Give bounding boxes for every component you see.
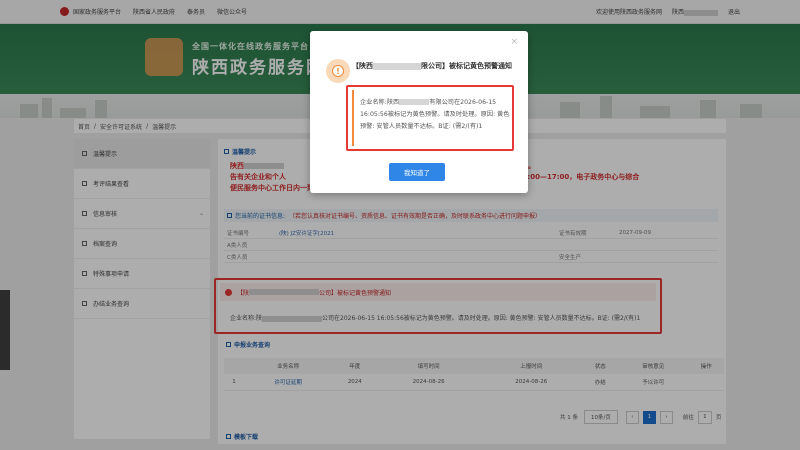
close-icon[interactable]: × [510, 37, 518, 47]
modal-message: 企业名称:陕西 有限公司在2026-06-15 16:05:56被标记为黄色预警。… [360, 99, 510, 130]
warning-icon: ! [326, 59, 350, 83]
side-strip [0, 290, 10, 370]
confirm-button[interactable]: 我知道了 [389, 163, 445, 181]
modal-title: 【陕西 限公司】被标记黄色预警通知 [352, 62, 512, 70]
modal-message-highlight: 企业名称:陕西 有限公司在2026-06-15 16:05:56被标记为黄色预警。… [346, 85, 514, 151]
